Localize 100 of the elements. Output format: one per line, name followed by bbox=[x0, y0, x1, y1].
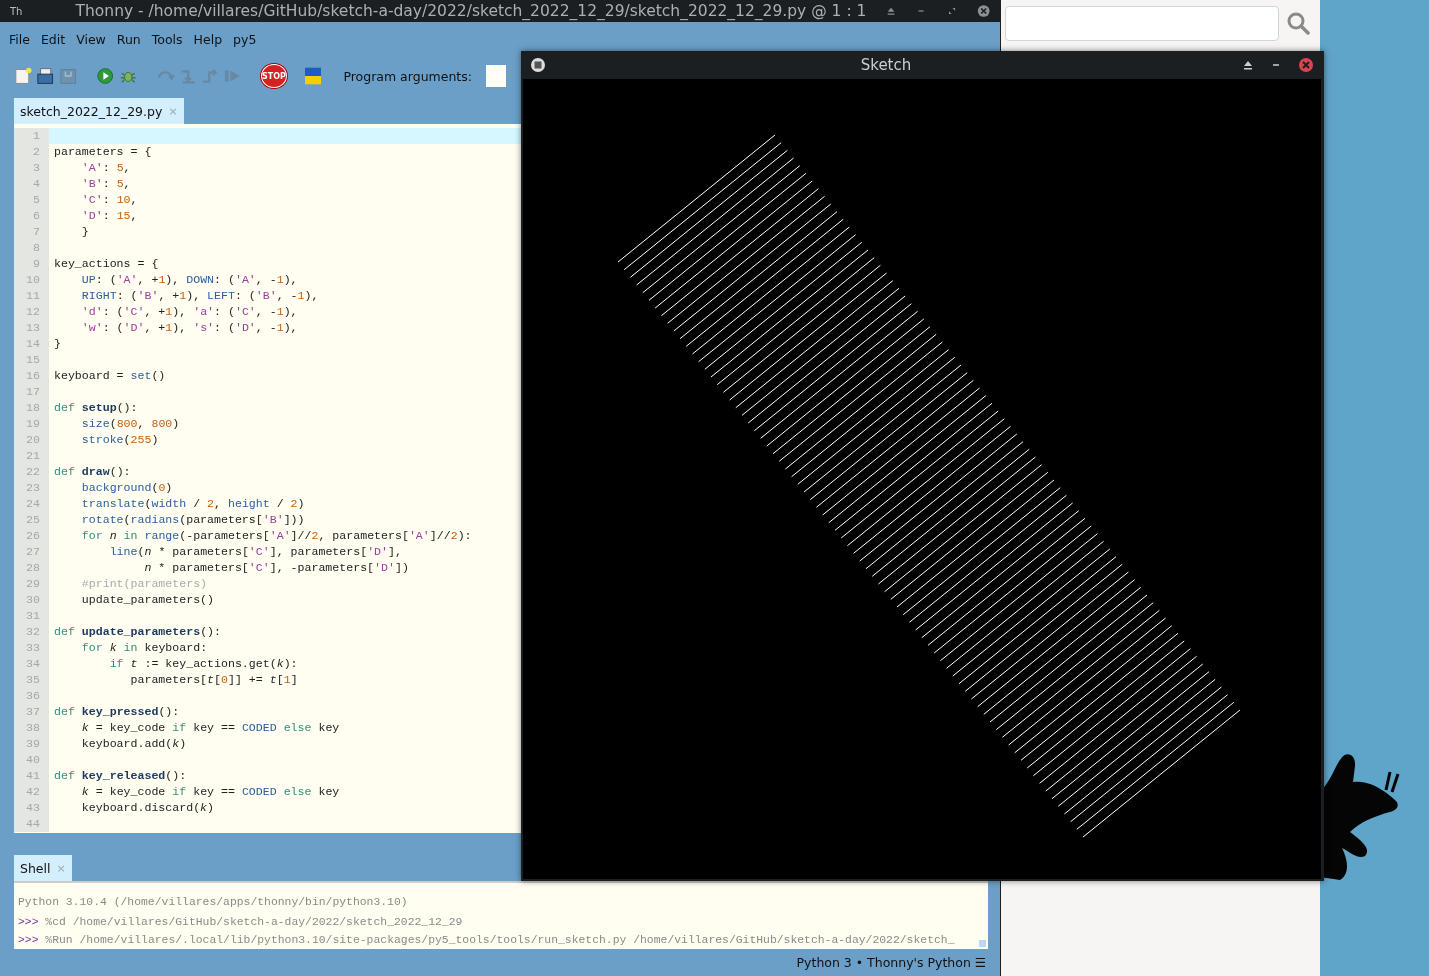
line-number: 35 bbox=[14, 672, 49, 688]
restore-icon[interactable] bbox=[946, 5, 957, 17]
line-number: 12 bbox=[14, 304, 49, 320]
code-line: parameters[t[0]] += t[1] bbox=[129, 672, 299, 688]
file-tab[interactable]: sketch_2022_12_29.py × bbox=[14, 98, 184, 124]
line-number: 44 bbox=[14, 816, 49, 832]
program-arguments-field[interactable] bbox=[486, 65, 506, 87]
line-number: 17 bbox=[14, 384, 49, 400]
line-number: 36 bbox=[14, 688, 49, 704]
line-number: 43 bbox=[14, 800, 49, 816]
code-line: 'A': 5, bbox=[80, 160, 132, 176]
shade-icon[interactable] bbox=[886, 5, 897, 17]
flag-icon[interactable] bbox=[304, 67, 322, 85]
menu-item[interactable]: py5 bbox=[233, 31, 257, 47]
line-number: 20 bbox=[14, 432, 49, 448]
search-field[interactable] bbox=[1005, 6, 1279, 41]
shell-tab[interactable]: Shell × bbox=[14, 855, 72, 881]
code-line: RIGHT: ('B', +1), LEFT: ('B', -1), bbox=[80, 288, 320, 304]
code-line: UP: ('A', +1), DOWN: ('A', -1), bbox=[80, 272, 299, 288]
line-number: 6 bbox=[14, 208, 49, 224]
run-icon[interactable] bbox=[96, 66, 115, 86]
code-line: keyboard.discard(k) bbox=[80, 800, 216, 816]
code-line: 'd': ('C', +1), 'a': ('C', -1), bbox=[80, 304, 299, 320]
line-number: 30 bbox=[14, 592, 49, 608]
menu-item[interactable]: View bbox=[76, 31, 106, 47]
line-number: 41 bbox=[14, 768, 49, 784]
code-line: 'w': ('D', +1), 's': ('D', -1), bbox=[80, 320, 299, 336]
line-number: 18 bbox=[14, 400, 49, 416]
line-number: 34 bbox=[14, 656, 49, 672]
line-number: 10 bbox=[14, 272, 49, 288]
line-number: 4 bbox=[14, 176, 49, 192]
line-number: 19 bbox=[14, 416, 49, 432]
app-icon bbox=[530, 57, 546, 73]
code-line: } bbox=[80, 224, 90, 240]
line-number: 29 bbox=[14, 576, 49, 592]
code-line: k = key_code if key == CODED else key bbox=[80, 720, 341, 736]
code-line: #print(parameters) bbox=[80, 576, 209, 592]
code-line: update_parameters() bbox=[80, 592, 216, 608]
code-line: line(n * parameters['C'], parameters['D'], bbox=[108, 544, 403, 560]
menu-item[interactable]: File bbox=[9, 31, 30, 47]
code-line: } bbox=[53, 336, 62, 352]
line-number: 42 bbox=[14, 784, 49, 800]
line-number: 23 bbox=[14, 480, 49, 496]
shell-line: >>> %Run /home/villares/.local/lib/python3.10/site-packages/py5_tools/tools/run_sketch.py /home/villares/GitHub/sketch-a-day/2022/sketch_ bbox=[18, 933, 955, 948]
menu-item[interactable]: Run bbox=[116, 31, 141, 47]
menu-item[interactable]: Edit bbox=[40, 31, 66, 47]
code-line: n * parameters['C'], -parameters['D']) bbox=[143, 560, 410, 576]
window-title: Thonny - /home/villares/GitHub/sketch-a-day/2022/sketch_2022_12_29/sketch_2022_12_29.py @ 1 : 1 bbox=[75, 2, 867, 20]
menu-item[interactable]: Help bbox=[193, 31, 223, 47]
search-icon[interactable] bbox=[1286, 11, 1310, 35]
code-line: background(0) bbox=[80, 480, 174, 496]
code-line: def update_parameters(): bbox=[53, 624, 222, 640]
line-number: 33 bbox=[14, 640, 49, 656]
line-number: 37 bbox=[14, 704, 49, 720]
line-number: 8 bbox=[14, 240, 49, 256]
close-icon[interactable] bbox=[976, 3, 990, 19]
code-line: key_actions = { bbox=[53, 256, 160, 272]
interpreter-status[interactable]: Python 3 • Thonny's Python ☰ bbox=[796, 955, 986, 970]
line-number: 32 bbox=[14, 624, 49, 640]
code-line: if t := key_actions.get(k): bbox=[108, 656, 299, 672]
line-number: 16 bbox=[14, 368, 49, 384]
shell-line: >>> %cd /home/villares/GitHub/sketch-a-day/2022/sketch_2022_12_29 bbox=[18, 915, 463, 930]
line-number: 38 bbox=[14, 720, 49, 736]
window-title: Sketch bbox=[859, 56, 913, 74]
close-icon[interactable] bbox=[1298, 57, 1314, 73]
line-number: 31 bbox=[14, 608, 49, 624]
line-number: 3 bbox=[14, 160, 49, 176]
line-number: 27 bbox=[14, 544, 49, 560]
line-number: 5 bbox=[14, 192, 49, 208]
code-line: rotate(radians(parameters['B'])) bbox=[80, 512, 306, 528]
code-line: def setup(): bbox=[53, 400, 139, 416]
line-number: 39 bbox=[14, 736, 49, 752]
shade-icon[interactable] bbox=[1242, 59, 1254, 71]
line-number: 15 bbox=[14, 352, 49, 368]
text-cursor bbox=[979, 940, 986, 947]
line-number: 24 bbox=[14, 496, 49, 512]
code-line: for n in range(-parameters['A']//2, parameters['A']//2): bbox=[80, 528, 473, 544]
line-number: 28 bbox=[14, 560, 49, 576]
code-line: translate(width / 2, height / 2) bbox=[80, 496, 306, 512]
folder-icon[interactable] bbox=[36, 66, 55, 86]
code-line: for k in keyboard: bbox=[80, 640, 209, 656]
line-number: 1 bbox=[14, 128, 49, 144]
stop-button[interactable]: STOP bbox=[260, 64, 287, 88]
shell-line: Python 3.10.4 (/home/villares/apps/thonny/bin/python3.10) bbox=[18, 895, 408, 910]
line-number: 9 bbox=[14, 256, 49, 272]
app-icon: Th bbox=[10, 5, 44, 17]
code-line: stroke(255) bbox=[80, 432, 160, 448]
code-line: parameters = { bbox=[53, 144, 153, 160]
menu-item[interactable]: Tools bbox=[151, 31, 183, 47]
code-line: keyboard = set() bbox=[53, 368, 167, 384]
line-number: 21 bbox=[14, 448, 49, 464]
line-number: 13 bbox=[14, 320, 49, 336]
program-arguments-label: Program arguments: bbox=[343, 68, 472, 84]
code-line: k = key_code if key == CODED else key bbox=[80, 784, 341, 800]
code-line: def key_pressed(): bbox=[53, 704, 181, 720]
line-number: 11 bbox=[14, 288, 49, 304]
code-line: 'B': 5, bbox=[80, 176, 132, 192]
line-number: 22 bbox=[14, 464, 49, 480]
line-number: 26 bbox=[14, 528, 49, 544]
code-line: 'D': 15, bbox=[80, 208, 139, 224]
